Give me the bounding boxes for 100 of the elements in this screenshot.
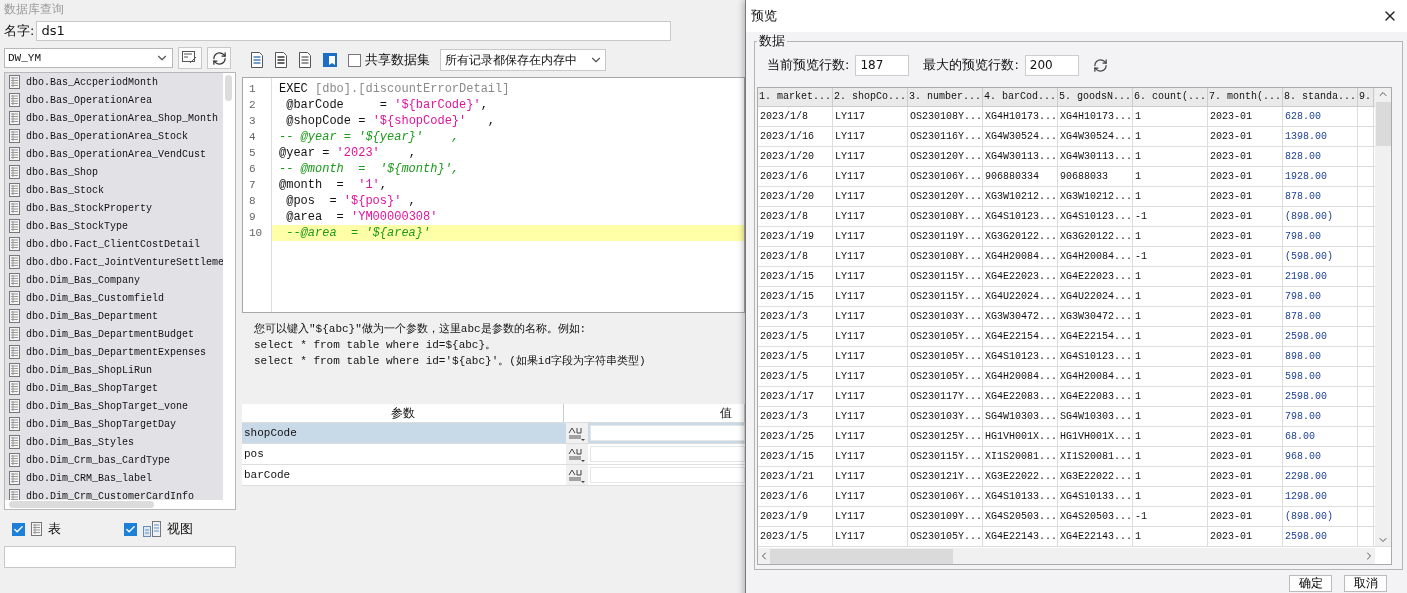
ok-button[interactable]: 确定	[1289, 575, 1332, 592]
table-cell: 1	[1133, 267, 1208, 286]
table-cell: OS230120Y...	[908, 187, 983, 206]
current-rows-field[interactable]: 187	[855, 54, 910, 76]
max-rows-field[interactable]: 200	[1024, 54, 1079, 76]
table-cell: 1	[1133, 447, 1208, 466]
table-cell: 1	[1133, 327, 1208, 346]
table-cell: 1	[1133, 187, 1208, 206]
table-list-item[interactable]: dbo.Dim_Crm_bas_CardType	[5, 451, 224, 469]
table-cell: 798.00	[1283, 407, 1358, 426]
column-header[interactable]: 4. barCod...	[983, 88, 1058, 106]
table-cell: 2598.00	[1283, 327, 1358, 346]
table-cell: XG4S10123...	[1058, 347, 1133, 366]
line-number: 10	[248, 226, 264, 241]
table-list-item[interactable]: dbo.Dim_bas_DepartmentExpenses	[5, 343, 224, 361]
table-list-item[interactable]: dbo.Bas_StockProperty	[5, 199, 224, 217]
connection-dropdown[interactable]: DW_YM	[4, 48, 173, 68]
table-list-item[interactable]: dbo.Dim_Bas_DepartmentBudget	[5, 325, 224, 343]
table-list-item[interactable]: dbo.dbo.Fact_ClientCostDetail	[5, 235, 224, 253]
table-cell: 2023-01	[1208, 247, 1283, 266]
table-list-item[interactable]: dbo.Dim_Bas_ShopTargetDay	[5, 415, 224, 433]
table-cell: LY117	[833, 487, 908, 506]
name-field[interactable]: ds1	[36, 21, 672, 41]
table-cell: 2023-01	[1208, 487, 1283, 506]
table-list-item[interactable]: dbo.Dim_Bas_Styles	[5, 433, 224, 451]
table-cell: 2023-01	[1208, 527, 1283, 546]
code-line: @shopCode = '${shopCode}' ,	[285, 113, 497, 129]
column-header[interactable]: 2. shopCo...	[833, 88, 908, 106]
table-cell: 1	[1133, 487, 1208, 506]
table-cell: 878.00	[1283, 307, 1358, 326]
table-cell: 2023-01	[1208, 267, 1283, 286]
parameter-row[interactable]: pos	[242, 444, 745, 465]
table-cell: LY117	[833, 527, 908, 546]
table-list-item[interactable]: dbo.Bas_OperationArea_VendCust	[5, 145, 224, 163]
table-cell: 598.00	[1283, 367, 1358, 386]
column-header[interactable]: 8. standa...	[1283, 88, 1358, 106]
hint-text: select * from table where id=${abc}。	[254, 338, 497, 353]
column-header[interactable]: 3. number...	[908, 88, 983, 106]
table-list-item[interactable]: dbo.Bas_AccperiodMonth	[5, 73, 224, 91]
table-cell: 2023-01	[1208, 407, 1283, 426]
column-header[interactable]: 7. month(...	[1208, 88, 1283, 106]
table-cell: (898.00)	[1283, 507, 1358, 526]
code-line: @pos = '${pos}' ,	[285, 193, 417, 209]
table-list-item[interactable]: dbo.Dim_Bas_ShopTarget_vone	[5, 397, 224, 415]
table-cell: 1	[1133, 387, 1208, 406]
column-header[interactable]: 9.	[1358, 88, 1374, 106]
table-cell: LY117	[833, 147, 908, 166]
table-cell: 2023/1/17	[758, 387, 833, 406]
column-header[interactable]: 5. goodsN...	[1058, 88, 1133, 106]
table-list-item[interactable]: dbo.Bas_OperationArea	[5, 91, 224, 109]
column-header[interactable]: 1. market...	[758, 88, 833, 106]
table-list-item[interactable]: dbo.Dim_CRM_Bas_label	[5, 469, 224, 487]
table-list-item[interactable]: dbo.dbo.Fact_JointVentureSettleme	[5, 253, 224, 271]
cancel-button[interactable]: 取消	[1344, 575, 1387, 592]
checkbox-label: 表	[48, 520, 61, 538]
parameter-row[interactable]: barCode	[242, 465, 745, 486]
table-cell: XG4W30524...	[1058, 127, 1133, 146]
table-cell: 2023-01	[1208, 287, 1283, 306]
hint-text: select * from table where id='${abc}'。(如果id字段为字符串类型)	[254, 354, 646, 369]
table-cell: OS230116Y...	[908, 127, 983, 146]
table-cell: LY117	[833, 347, 908, 366]
line-number: 9	[248, 210, 257, 225]
table-list-item[interactable]: dbo.Bas_StockType	[5, 217, 224, 235]
table-list-item[interactable]: dbo.Bas_OperationArea_Stock	[5, 127, 224, 145]
table-cell: OS230108Y...	[908, 207, 983, 226]
table-cell: XG3E22022...	[1058, 467, 1133, 486]
table-cell: LY117	[833, 247, 908, 266]
parameter-row[interactable]: shopCode	[242, 423, 745, 444]
table-cell: XI1S20081...	[1058, 447, 1133, 466]
table-cell: OS230103Y...	[908, 307, 983, 326]
line-number: 2	[248, 98, 257, 113]
table-cell: 2023/1/8	[758, 247, 833, 266]
table-list-item[interactable]: dbo.Bas_Shop	[5, 163, 224, 181]
line-number: 8	[248, 194, 257, 209]
table-cell: XG3W10212...	[1058, 187, 1133, 206]
table-list-item[interactable]: dbo.Dim_Bas_ShopLiRun	[5, 361, 224, 379]
checkbox-label: 视图	[167, 520, 193, 538]
code-line: @month = '1',	[278, 177, 389, 193]
table-cell: 2023-01	[1208, 207, 1283, 226]
table-cell: 1	[1133, 407, 1208, 426]
table-list-item[interactable]: dbo.Bas_OperationArea_Shop_Month	[5, 109, 224, 127]
table-cell: 2023-01	[1208, 227, 1283, 246]
table-cell: 2023-01	[1208, 427, 1283, 446]
table-list-item[interactable]: dbo.Dim_Bas_ShopTarget	[5, 379, 224, 397]
table-cell: 2023/1/21	[758, 467, 833, 486]
table-list-item[interactable]: dbo.Dim_Bas_Department	[5, 307, 224, 325]
table-cell: 2023/1/6	[758, 167, 833, 186]
table-cell: 906880334	[983, 167, 1058, 186]
table-cell: 1	[1133, 287, 1208, 306]
line-number: 3	[248, 114, 257, 129]
table-cell: XG4U22024...	[983, 287, 1058, 306]
table-list-item[interactable]: dbo.Dim_Bas_Customfield	[5, 289, 224, 307]
table-cell: LY117	[833, 407, 908, 426]
table-cell: 2023/1/15	[758, 447, 833, 466]
table-list-item[interactable]: dbo.Dim_Bas_Company	[5, 271, 224, 289]
table-cell: LY117	[833, 307, 908, 326]
table-list-item[interactable]: dbo.Bas_Stock	[5, 181, 224, 199]
table-cell: 2023-01	[1208, 127, 1283, 146]
column-header[interactable]: 6. count(...	[1133, 88, 1208, 106]
storage-dropdown[interactable]: 所有记录都保存在内存中	[440, 49, 606, 71]
